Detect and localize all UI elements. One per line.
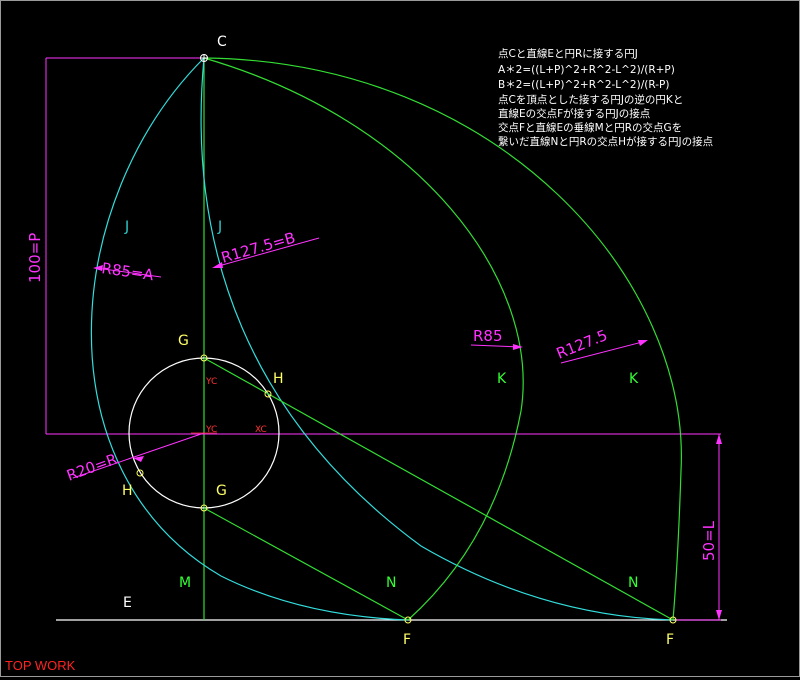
label-h-right: H bbox=[273, 371, 284, 387]
dim-r1275b-label: R127.5=B bbox=[219, 229, 297, 267]
label-h-left: H bbox=[122, 483, 133, 499]
label-n-left: N bbox=[386, 575, 396, 591]
dim-r85a-label: R85=A bbox=[100, 259, 155, 284]
note-line-1: 点Cと直線Eと円Rに接する円J bbox=[498, 47, 638, 60]
line-n-left bbox=[203, 507, 409, 621]
marker-yc-center: YC bbox=[205, 425, 217, 435]
note-line-5: 直線Eの交点Fが接する円Jの接点 bbox=[498, 107, 650, 120]
note-line-3: B＊2=((L+P)^2+R^2-L^2)/(R-P) bbox=[498, 79, 669, 91]
cad-canvas: C J J G G H H K K E M N N F F YC YC XC R… bbox=[0, 0, 800, 677]
label-g-top: G bbox=[178, 333, 189, 349]
note-line-7: 繋いだ直線Nと円Rの交点Hが接する円Jの接点 bbox=[498, 135, 713, 148]
label-m: M bbox=[179, 575, 191, 591]
label-k-right: K bbox=[629, 371, 639, 387]
label-f-left: F bbox=[403, 632, 411, 648]
note-line-4: 点Cを頂点とした接する円Jの逆の円Kと bbox=[498, 93, 683, 106]
label-j-right: J bbox=[217, 219, 222, 235]
dim-r20-label: R20=R bbox=[64, 450, 119, 485]
dim-p-label: 100=P bbox=[26, 233, 44, 283]
label-g-bottom: G bbox=[216, 483, 227, 499]
dim-l-arrow-top bbox=[716, 434, 722, 444]
marker-yc-top: YC bbox=[205, 377, 217, 387]
arc-j-large bbox=[90, 57, 409, 621]
dim-r1275b-arrow bbox=[212, 262, 223, 268]
top-work-logo: TOP WORK bbox=[5, 658, 76, 673]
dim-r85-label: R85 bbox=[473, 327, 503, 345]
dim-r85-arrow bbox=[513, 344, 523, 350]
dim-r1275-arrow bbox=[638, 340, 648, 346]
note-line-2: A＊2=((L+P)^2+R^2-L^2)/(R+P) bbox=[498, 64, 675, 76]
label-f-right: F bbox=[666, 632, 674, 648]
dim-l-label: 50=L bbox=[700, 520, 718, 561]
line-n-right bbox=[203, 357, 674, 621]
label-j-left: J bbox=[124, 219, 129, 235]
label-e: E bbox=[123, 595, 132, 611]
dim-l-arrow-bottom bbox=[716, 610, 722, 620]
construction-drawing: C J J G G H H K K E M N N F F YC YC XC R… bbox=[5, 34, 727, 673]
marker-xc: XC bbox=[255, 425, 267, 435]
note-line-6: 交点Fと直線Eの垂線Mと円Rの交点Gを bbox=[498, 121, 682, 134]
label-c: C bbox=[217, 34, 227, 50]
label-n-right: N bbox=[628, 575, 638, 591]
label-k-left: K bbox=[497, 371, 507, 387]
